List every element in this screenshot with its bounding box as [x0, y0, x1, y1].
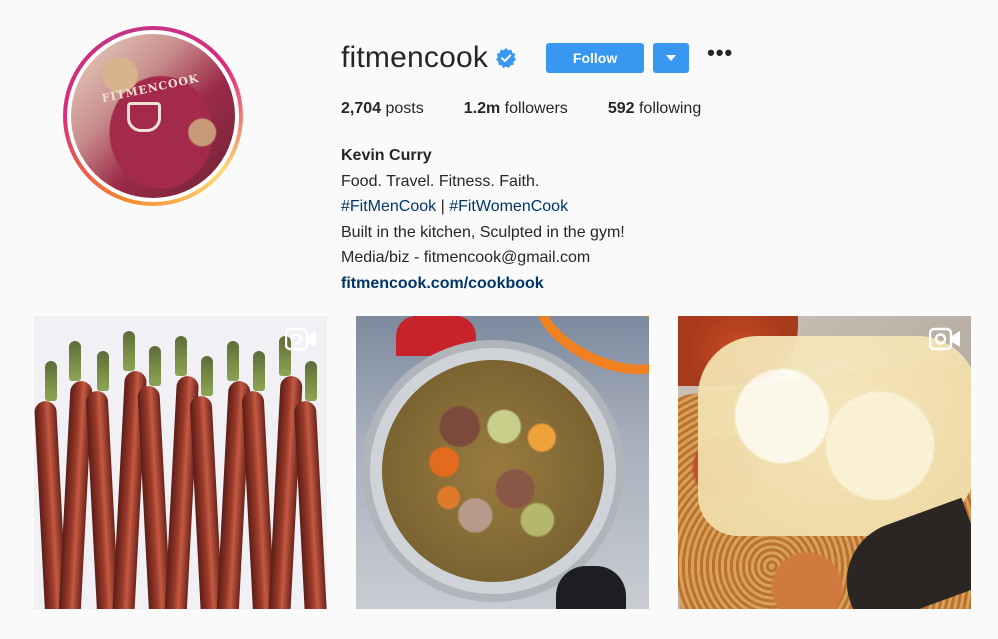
- bio-line: Food. Travel. Fitness. Faith.: [341, 172, 540, 190]
- hashtag-separator: |: [436, 198, 450, 216]
- bio-line: Media/biz - fitmencook@gmail.com: [341, 249, 591, 267]
- profile-avatar-ring[interactable]: FITMENCOOK: [63, 26, 243, 206]
- shoe: [556, 566, 626, 609]
- asparagus-tip: [97, 351, 109, 391]
- asparagus-tip: [305, 361, 317, 401]
- asparagus-tip: [45, 361, 57, 401]
- avatar-border: FITMENCOOK: [67, 30, 239, 202]
- following-label: following: [638, 100, 702, 117]
- video-icon: [285, 327, 316, 351]
- username: fitmencook: [341, 41, 489, 74]
- post-thumbnail[interactable]: [34, 316, 327, 609]
- bio-line: Built in the kitchen, Sculpted in the gy…: [341, 223, 625, 241]
- melted-cheese: [698, 336, 971, 536]
- asparagus-tip: [175, 336, 187, 376]
- chevron-down-icon: [666, 55, 677, 61]
- full-name: Kevin Curry: [341, 147, 432, 164]
- website-link[interactable]: fitmencook.com/cookbook: [341, 271, 625, 297]
- avatar-shirt-text: FITMENCOOK: [100, 71, 201, 106]
- followers-label: followers: [504, 100, 568, 117]
- hashtag-link[interactable]: #FitWomenCook: [449, 198, 568, 215]
- verified-badge-icon: [496, 48, 517, 68]
- posts-grid: [34, 316, 971, 609]
- profile-bio: Kevin Curry Food. Travel. Fitness. Faith…: [341, 143, 625, 297]
- bio-hashtags: #FitMenCook | #FitWomenCook: [341, 194, 625, 220]
- avatar-emblem: [127, 102, 161, 132]
- following-stat[interactable]: 592 following: [608, 100, 701, 118]
- asparagus-tip: [123, 331, 135, 371]
- posts-stat: 2,704 posts: [341, 100, 424, 118]
- avatar[interactable]: FITMENCOOK: [71, 34, 235, 198]
- posts-count: 2,704: [341, 100, 382, 117]
- followers-stat[interactable]: 1.2m followers: [464, 100, 568, 118]
- posts-label: posts: [385, 100, 424, 117]
- following-count: 592: [607, 100, 635, 117]
- asparagus-stalk: [293, 400, 327, 609]
- asparagus-tip: [227, 341, 239, 381]
- asparagus-tip: [149, 346, 161, 386]
- profile-header: fitmencook Follow •••: [341, 38, 733, 78]
- asparagus-tip: [253, 351, 265, 391]
- post-thumbnail[interactable]: [356, 316, 649, 609]
- post-thumbnail[interactable]: [678, 316, 971, 609]
- soup: [382, 360, 604, 582]
- asparagus-tip: [69, 341, 81, 381]
- suggested-dropdown-button[interactable]: [653, 43, 690, 73]
- follow-button[interactable]: Follow: [546, 43, 645, 73]
- followers-count: 1.2m: [463, 100, 501, 117]
- profile-stats: 2,704 posts 1.2m followers 592 following: [341, 100, 741, 118]
- more-options-button[interactable]: •••: [707, 42, 733, 68]
- hashtag-link[interactable]: #FitMenCook: [341, 198, 436, 215]
- asparagus-tip: [201, 356, 213, 396]
- video-icon: [929, 327, 960, 351]
